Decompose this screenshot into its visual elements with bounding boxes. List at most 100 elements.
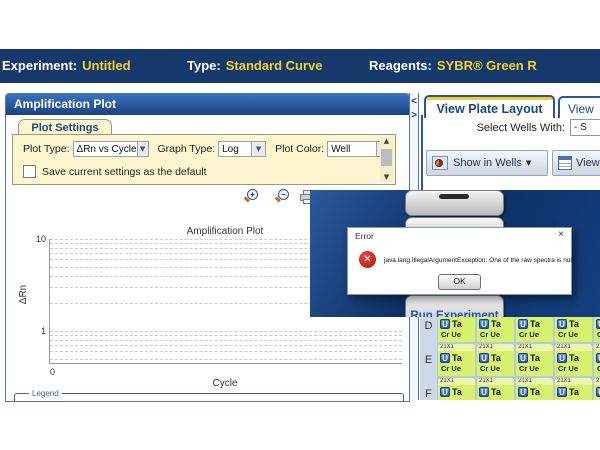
plate-well[interactable]: 21X1UTaCr Ue [477, 344, 514, 376]
plot-type-select[interactable]: ΔRn vs Cycle▼ [73, 141, 149, 157]
experiment-type: Type:Standard Curve [187, 58, 323, 73]
chevron-down-icon[interactable]: ▼ [251, 142, 265, 156]
chart-xlabel: Cycle [49, 378, 401, 389]
well-target-line2: Cr Ue [555, 330, 592, 339]
plate-well[interactable]: 21X1UTaCr Ue [477, 378, 514, 400]
chart-gridline [50, 335, 402, 336]
chart-ytick-labels: 101 [24, 239, 46, 363]
task-unknown-icon: U [479, 319, 489, 329]
plate-well[interactable]: 21X1UTaCr Ue [555, 344, 592, 376]
close-icon[interactable]: × [558, 229, 564, 240]
plate-row-label: F [420, 388, 437, 400]
run-experiment-button[interactable]: Run Experiment [405, 295, 504, 317]
chart-gridline [50, 351, 402, 352]
scroll-down-icon[interactable]: ▼ [380, 173, 393, 182]
plot-settings-box: Plot Type: ΔRn vs Cycle▼ Graph Type: Log… [12, 134, 396, 185]
chevron-down-icon: ▼ [526, 159, 531, 167]
task-unknown-icon: U [440, 387, 450, 397]
well-sample-name: 21X1 [516, 344, 553, 351]
task-unknown-icon: U [479, 387, 489, 397]
settings-scrollbar[interactable]: ▲ ▼ [380, 137, 393, 182]
well-target-name: Ta [530, 387, 540, 397]
table-icon [558, 156, 572, 170]
chart-gridline [50, 331, 402, 332]
active-tab-accent [426, 97, 553, 100]
well-target-line2: Cr Ue [594, 364, 600, 373]
experiment-header-bar: Experiment:Untitled Type:Standard Curve … [0, 49, 600, 83]
well-target-name: Ta [491, 319, 501, 329]
well-target-line2: Cr Ue [516, 330, 553, 339]
task-unknown-icon: U [557, 353, 567, 363]
collapse-right-icon[interactable]: > [410, 110, 418, 121]
task-unknown-icon: U [518, 387, 528, 397]
show-in-wells-button[interactable]: Show in Wells ▼ [426, 150, 548, 176]
well-target-line2: Cr Ue [594, 330, 600, 339]
chevron-down-icon[interactable]: ▼ [137, 142, 148, 156]
experiment-reagents: Reagents:SYBR® Green R [369, 58, 537, 73]
plate-well[interactable]: 21X1 UTaCr Ue [516, 344, 553, 376]
chart-gridline [50, 340, 402, 341]
plate-well[interactable]: 21X1UTaCr Ue [555, 378, 592, 400]
wells-grid-icon [432, 156, 448, 170]
scroll-up-icon[interactable]: ▲ [380, 137, 393, 146]
task-unknown-icon: U [596, 353, 600, 363]
zoom-out-button[interactable]: − [274, 189, 290, 205]
run-button-top[interactable] [405, 190, 504, 216]
well-target-line2: Cr Ue [438, 330, 475, 339]
tab-view-plate-layout[interactable]: View Plate Layout [424, 95, 555, 118]
well-target-line2: Cr Ue [438, 364, 475, 373]
plate-well[interactable]: 21X1 UTaCr Ue [516, 378, 553, 400]
task-unknown-icon: U [440, 319, 450, 329]
tab-view-well-table[interactable]: View [558, 96, 600, 118]
task-unknown-icon: U [596, 387, 600, 397]
well-target-line2: Cr Ue [438, 398, 475, 400]
well-sample-name: 21X1 [594, 378, 600, 385]
task-unknown-icon: U [596, 319, 600, 329]
error-message: java.lang.IllegalArgumentException: One … [384, 257, 573, 264]
well-target-name: Ta [569, 353, 579, 363]
task-unknown-icon: U [518, 319, 528, 329]
error-dialog: Error × ✕ java.lang.IllegalArgumentExcep… [347, 227, 572, 295]
task-unknown-icon: U [440, 353, 450, 363]
select-wells-dropdown[interactable]: - S [570, 119, 600, 136]
well-sample-name: 21X1 [477, 378, 514, 385]
app-window: Experiment:Untitled Type:Standard Curve … [0, 0, 600, 450]
well-sample-name: 21X1 [516, 378, 553, 385]
plate-well[interactable]: 21X1 UTaCr Ue [438, 344, 475, 376]
plot-type-label: Plot Type: [23, 143, 70, 155]
zoom-in-button[interactable]: + [243, 189, 259, 205]
plate-well[interactable]: 21X1UTaCr Ue [594, 378, 600, 400]
well-target-line2: Cr Ue [555, 364, 592, 373]
scroll-thumb[interactable] [381, 149, 392, 166]
well-target-line2: Cr Ue [516, 398, 553, 400]
plate-row-label: E [420, 354, 437, 366]
plot-color-label: Plot Color: [275, 143, 324, 155]
well-target-name: Ta [452, 353, 462, 363]
panel-title: Amplification Plot [6, 94, 409, 115]
view-legend-button[interactable]: View L [552, 150, 600, 176]
plate-row-labels: D E F [420, 305, 437, 400]
well-target-line2: Cr Ue [555, 398, 592, 400]
task-unknown-icon: U [518, 353, 528, 363]
task-unknown-icon: U [557, 319, 567, 329]
well-target-name: Ta [452, 319, 462, 329]
ok-button[interactable]: OK [438, 274, 481, 290]
well-target-name: Ta [530, 353, 540, 363]
well-target-line2: Cr Ue [516, 364, 553, 373]
legend-groupbox: Legend [14, 393, 404, 402]
collapse-left-icon[interactable]: < [410, 96, 418, 107]
well-target-line2: Cr Ue [594, 398, 600, 400]
well-target-line2: Cr Ue [477, 330, 514, 339]
graph-type-select[interactable]: Log▼ [218, 141, 266, 157]
plate-row-label: D [420, 320, 437, 332]
plate-well[interactable]: 21X1UTaCr Ue [438, 378, 475, 400]
plate-well[interactable]: 21X1UTaCr Ue [594, 344, 600, 376]
well-sample-name: 21X1 [438, 344, 475, 351]
plate-layout-grid[interactable]: 21X1UTaCr Ue21X1UTaCr Ue21X1UTaCr Ue21X1… [437, 305, 600, 400]
save-default-checkbox[interactable] [23, 165, 36, 178]
chart-ytick-label: 1 [24, 326, 46, 336]
chart-gridline [50, 359, 402, 360]
error-icon: ✕ [359, 251, 376, 268]
chart-xtick-label: 0 [50, 367, 55, 377]
select-wells-label: Select Wells With: [430, 122, 565, 134]
